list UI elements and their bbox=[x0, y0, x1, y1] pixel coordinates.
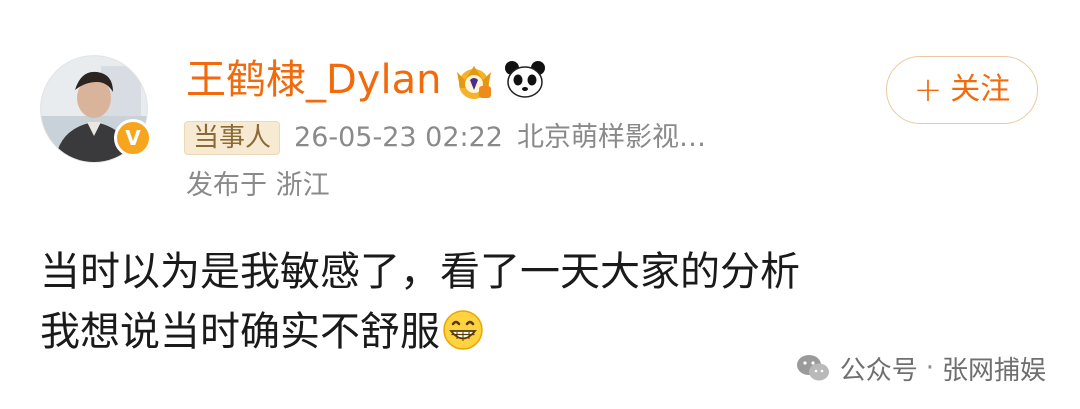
weibo-post-card: V 王鹤棣_Dylan 当事人 26-05-23 02:22 北京萌样影视… 发… bbox=[0, 0, 1080, 409]
post-timestamp: 26-05-23 02:22 bbox=[294, 122, 503, 153]
follow-label: 关注 bbox=[950, 72, 1011, 107]
crown-badge-icon bbox=[457, 66, 492, 99]
verified-icon: V bbox=[114, 119, 152, 157]
plus-icon: + bbox=[913, 70, 943, 110]
post-location: 发布于 浙江 bbox=[186, 170, 330, 201]
content-line-text: 我想说当时确实不舒服 bbox=[40, 309, 440, 355]
watermark-separator: · bbox=[925, 353, 934, 383]
name-row: 王鹤棣_Dylan bbox=[186, 52, 547, 108]
grin-emoji-icon bbox=[443, 310, 483, 350]
verified-mark: V bbox=[125, 126, 141, 150]
avatar[interactable]: V bbox=[40, 55, 152, 163]
role-tag: 当事人 bbox=[184, 121, 281, 155]
watermark: 公众号 · 张网捕娱 bbox=[796, 348, 1046, 388]
wechat-icon bbox=[796, 355, 829, 381]
watermark-name: 张网捕娱 bbox=[941, 355, 1046, 386]
follow-button[interactable]: + 关注 bbox=[886, 56, 1038, 124]
content-line: 当时以为是我敏感了，看了一天大家的分析 bbox=[40, 249, 800, 295]
username[interactable]: 王鹤棣_Dylan bbox=[186, 52, 441, 108]
post-content: 当时以为是我敏感了，看了一天大家的分析 我想说当时确实不舒服 bbox=[40, 242, 800, 362]
content-line-2: 我想说当时确实不舒服 bbox=[40, 302, 800, 362]
watermark-prefix: 公众号 bbox=[839, 355, 918, 386]
panda-icon bbox=[505, 61, 546, 98]
meta-row: 当事人 26-05-23 02:22 北京萌样影视… bbox=[184, 120, 706, 156]
post-source[interactable]: 北京萌样影视… bbox=[517, 120, 706, 156]
